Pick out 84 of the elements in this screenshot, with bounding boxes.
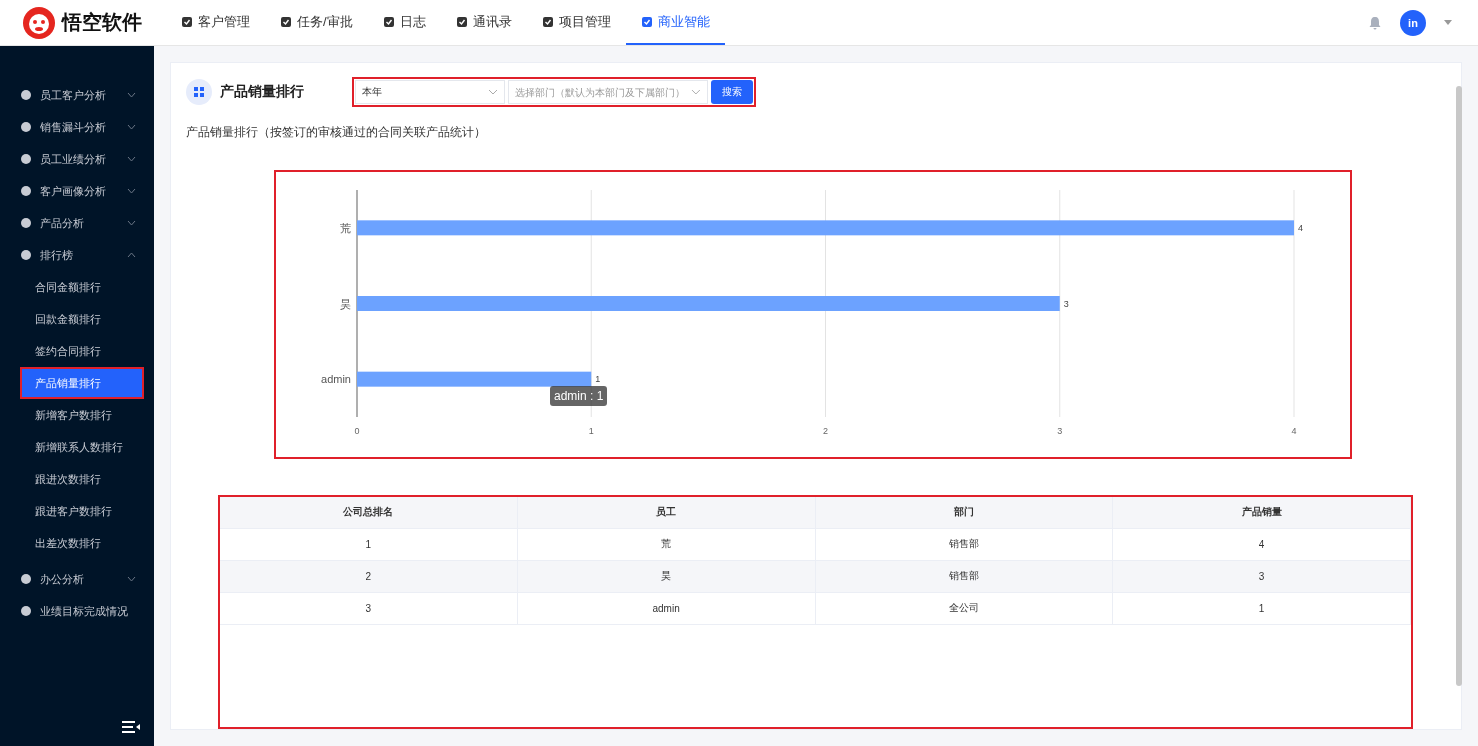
check-badge-icon — [181, 15, 193, 28]
nav-tab[interactable]: 通讯录 — [440, 0, 527, 45]
sidebar-subitem[interactable]: 跟进次数排行 — [20, 463, 144, 495]
table-cell: 销售部 — [815, 560, 1114, 592]
nav-tab[interactable]: 任务/审批 — [265, 0, 368, 45]
sidebar-item[interactable]: 排行榜 — [0, 239, 154, 271]
check-badge-icon — [541, 15, 554, 28]
table-cell: 昊 — [517, 560, 816, 592]
chevron-icon — [127, 576, 136, 582]
table-cell: 1 — [220, 528, 518, 560]
check-badge-icon — [382, 15, 395, 28]
user-avatar[interactable]: in — [1400, 9, 1426, 36]
sidebar-item[interactable]: 客户画像分析 — [0, 175, 154, 207]
sidebar-item[interactable]: 员工业绩分析 — [0, 143, 154, 175]
circle-icon — [20, 249, 32, 261]
column-header: 公司总排名 — [220, 496, 518, 528]
chevron-icon — [127, 252, 136, 258]
sidebar-item[interactable]: 业绩目标完成情况 — [0, 595, 154, 627]
check-badge-icon — [280, 15, 292, 28]
axis-tick-label: 0 — [354, 426, 360, 436]
brand-name: 悟空软件 — [62, 10, 142, 35]
axis-tick-label: 4 — [1291, 426, 1297, 436]
table-cell: 荒 — [517, 528, 816, 560]
grid-icon — [186, 79, 212, 105]
table-cell: 销售部 — [815, 528, 1114, 560]
data-label: 3 — [1063, 298, 1069, 309]
nav-tab[interactable]: 项目管理 — [526, 0, 626, 45]
category-label: 昊 — [340, 297, 351, 310]
panel-title: 产品销量排行 — [220, 83, 305, 101]
axis-tick-label: 3 — [1057, 426, 1063, 436]
table-cell: 1 — [1113, 592, 1411, 624]
sidebar-subitem[interactable]: 合同金额排行 — [20, 271, 144, 303]
sidebar-item[interactable]: 办公分析 — [0, 563, 154, 595]
chart-description: 产品销量排行（按签订的审核通过的合同关联产品统计） — [186, 124, 487, 141]
search-button[interactable]: 搜索 — [711, 80, 753, 104]
sidebar-subitem[interactable]: 回款金额排行 — [20, 303, 144, 335]
nav-tab[interactable]: 日志 — [367, 0, 441, 45]
circle-icon — [20, 605, 32, 617]
table-cell: 2 — [220, 560, 518, 592]
department-select[interactable]: 选择部门（默认为本部门及下属部门） — [508, 80, 708, 104]
check-badge-icon — [640, 15, 653, 28]
sidebar-subitem[interactable]: 新增联系人数排行 — [20, 431, 144, 463]
caret-icon[interactable] — [1444, 20, 1452, 25]
table-cell: 3 — [1113, 560, 1411, 592]
chevron-icon — [127, 220, 136, 226]
column-header: 产品销量 — [1113, 496, 1411, 528]
category-label: admin — [321, 373, 351, 386]
circle-icon — [20, 217, 32, 229]
axis-tick-label: 2 — [823, 426, 828, 436]
table-cell: admin — [517, 592, 816, 624]
menu-collapse-icon[interactable] — [122, 721, 140, 733]
circle-icon — [20, 153, 32, 165]
chevron-icon — [127, 188, 136, 194]
nav-tab[interactable]: 客户管理 — [166, 0, 265, 45]
sidebar-item[interactable]: 销售漏斗分析 — [0, 111, 154, 143]
circle-icon — [20, 89, 32, 101]
sidebar-subitem[interactable]: 出差次数排行 — [20, 527, 144, 559]
circle-icon — [20, 573, 32, 585]
table-cell: 3 — [220, 592, 518, 624]
circle-icon — [20, 121, 32, 133]
period-select[interactable]: 本年 — [355, 80, 505, 104]
axis-tick-label: 1 — [588, 426, 594, 436]
data-label: 1 — [595, 374, 601, 385]
check-badge-icon — [455, 15, 468, 28]
sidebar-subitem[interactable]: 跟进客户数排行 — [20, 495, 144, 527]
sidebar-item[interactable]: 员工客户分析 — [0, 79, 154, 111]
chevron-icon — [691, 89, 701, 95]
chevron-icon — [127, 92, 136, 98]
category-label: 荒 — [340, 221, 351, 234]
sidebar-item[interactable]: 产品分析 — [0, 207, 154, 239]
table-cell: 全公司 — [815, 592, 1114, 624]
chevron-icon — [488, 89, 498, 95]
column-header: 部门 — [815, 496, 1114, 528]
data-label: 4 — [1298, 222, 1303, 233]
circle-icon — [20, 185, 32, 197]
chevron-icon — [127, 156, 136, 162]
sidebar-subitem[interactable]: 签约合同排行 — [20, 335, 144, 367]
chart-tooltip: admin : 1 — [550, 386, 608, 406]
table-cell: 4 — [1113, 528, 1411, 560]
chevron-icon — [127, 124, 136, 130]
bell-icon[interactable] — [1368, 15, 1382, 30]
sidebar-subitem[interactable]: 产品销量排行 — [20, 367, 144, 399]
sidebar-subitem[interactable]: 新增客户数排行 — [20, 399, 144, 431]
column-header: 员工 — [517, 496, 816, 528]
